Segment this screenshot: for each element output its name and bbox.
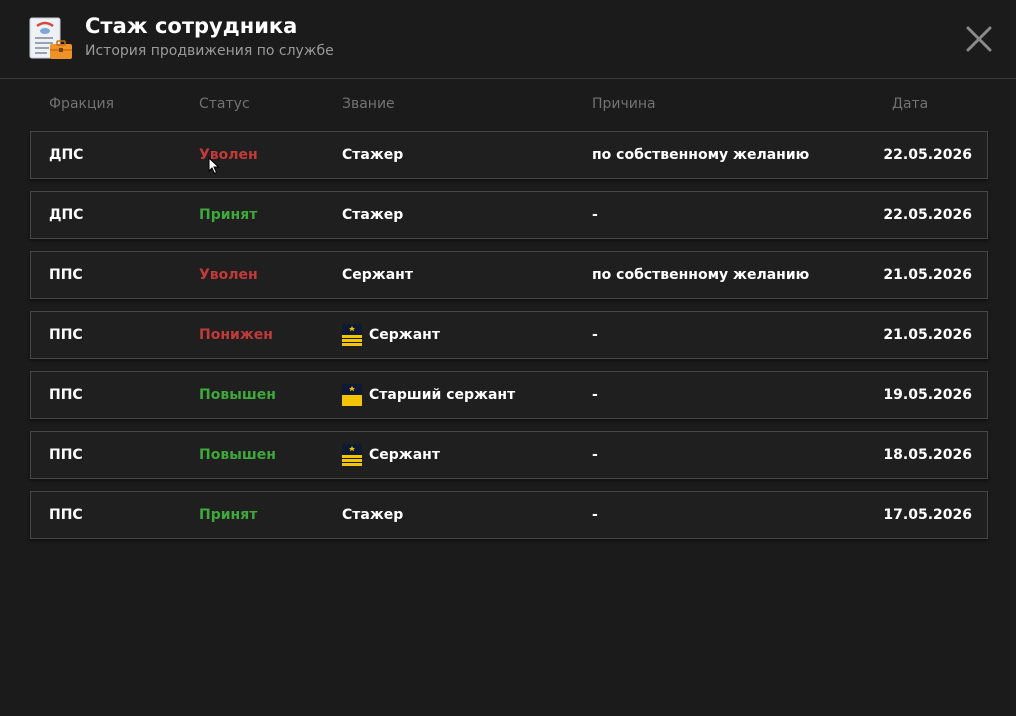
rank-cell: Сержант bbox=[342, 312, 440, 358]
rank-cell: Старший сержант bbox=[342, 372, 515, 418]
column-header-status: Статус bbox=[199, 96, 250, 112]
reason-cell: по собственному желанию bbox=[592, 147, 810, 163]
table-row[interactable]: ППС Повышен Старший сержант - 19.05.2026 bbox=[30, 371, 988, 419]
rank-label: Стажер bbox=[342, 207, 404, 223]
rank-cell: Стажер bbox=[342, 492, 403, 538]
faction-cell: ППС bbox=[49, 267, 83, 283]
table-row[interactable]: ППС Повышен Сержант - 18.05.2026 bbox=[30, 431, 988, 479]
sergeant-icon bbox=[342, 444, 362, 466]
faction-cell: ДПС bbox=[49, 147, 84, 163]
faction-cell: ППС bbox=[49, 327, 83, 343]
sergeant-icon bbox=[342, 324, 362, 346]
date-cell: 17.05.2026 bbox=[883, 507, 972, 523]
column-header-faction: Фракция bbox=[49, 96, 115, 112]
date-cell: 21.05.2026 bbox=[883, 267, 972, 283]
table-row[interactable]: ППС Понижен Сержант - 21.05.2026 bbox=[30, 311, 988, 359]
rank-label: Старший сержант bbox=[369, 387, 516, 403]
reason-cell: - bbox=[592, 507, 598, 523]
column-header-reason: Причина bbox=[592, 96, 656, 112]
status-cell: Уволен bbox=[199, 147, 258, 163]
date-cell: 22.05.2026 bbox=[883, 147, 972, 163]
rank-cell: Сержант bbox=[342, 432, 440, 478]
date-cell: 22.05.2026 bbox=[883, 207, 972, 223]
reason-cell: по собственному желанию bbox=[592, 267, 810, 283]
column-header-rank: Звание bbox=[342, 96, 395, 112]
page-title: Стаж сотрудника bbox=[85, 14, 298, 38]
page-subtitle: История продвижения по службе bbox=[85, 43, 334, 59]
history-table: ДПС Уволен Стажер по собственному желани… bbox=[30, 131, 988, 551]
rank-cell: Сержант bbox=[342, 252, 413, 298]
faction-cell: ППС bbox=[49, 447, 83, 463]
status-cell: Повышен bbox=[199, 447, 276, 463]
rank-label: Сержант bbox=[369, 447, 440, 463]
date-cell: 18.05.2026 bbox=[883, 447, 972, 463]
reason-cell: - bbox=[592, 327, 598, 343]
rank-cell: Стажер bbox=[342, 192, 403, 238]
table-row[interactable]: ППС Уволен Сержант по собственному желан… bbox=[30, 251, 988, 299]
rank-label: Стажер bbox=[342, 147, 404, 163]
table-row[interactable]: ППС Принят Стажер - 17.05.2026 bbox=[30, 491, 988, 539]
close-icon[interactable] bbox=[964, 24, 994, 54]
rank-label: Сержант bbox=[369, 327, 440, 343]
rank-label: Стажер bbox=[342, 507, 404, 523]
faction-cell: ДПС bbox=[49, 207, 84, 223]
faction-cell: ППС bbox=[49, 387, 83, 403]
document-briefcase-icon bbox=[29, 17, 72, 59]
window-header: Стаж сотрудника История продвижения по с… bbox=[0, 0, 1016, 79]
rank-label: Сержант bbox=[342, 267, 413, 283]
status-cell: Принят bbox=[199, 507, 258, 523]
table-row[interactable]: ДПС Уволен Стажер по собственному желани… bbox=[30, 131, 988, 179]
status-cell: Принят bbox=[199, 207, 258, 223]
reason-cell: - bbox=[592, 387, 598, 403]
date-cell: 21.05.2026 bbox=[883, 327, 972, 343]
column-header-date: Дата bbox=[892, 96, 929, 112]
status-cell: Уволен bbox=[199, 267, 258, 283]
rank-cell: Стажер bbox=[342, 132, 403, 178]
reason-cell: - bbox=[592, 207, 598, 223]
senior-sergeant-icon bbox=[342, 384, 362, 406]
table-header: Фракция Статус Звание Причина Дата bbox=[0, 96, 1016, 116]
service-history-window: Стаж сотрудника История продвижения по с… bbox=[0, 0, 1016, 716]
status-cell: Повышен bbox=[199, 387, 276, 403]
reason-cell: - bbox=[592, 447, 598, 463]
status-cell: Понижен bbox=[199, 327, 273, 343]
date-cell: 19.05.2026 bbox=[883, 387, 972, 403]
faction-cell: ППС bbox=[49, 507, 83, 523]
table-row[interactable]: ДПС Принят Стажер - 22.05.2026 bbox=[30, 191, 988, 239]
